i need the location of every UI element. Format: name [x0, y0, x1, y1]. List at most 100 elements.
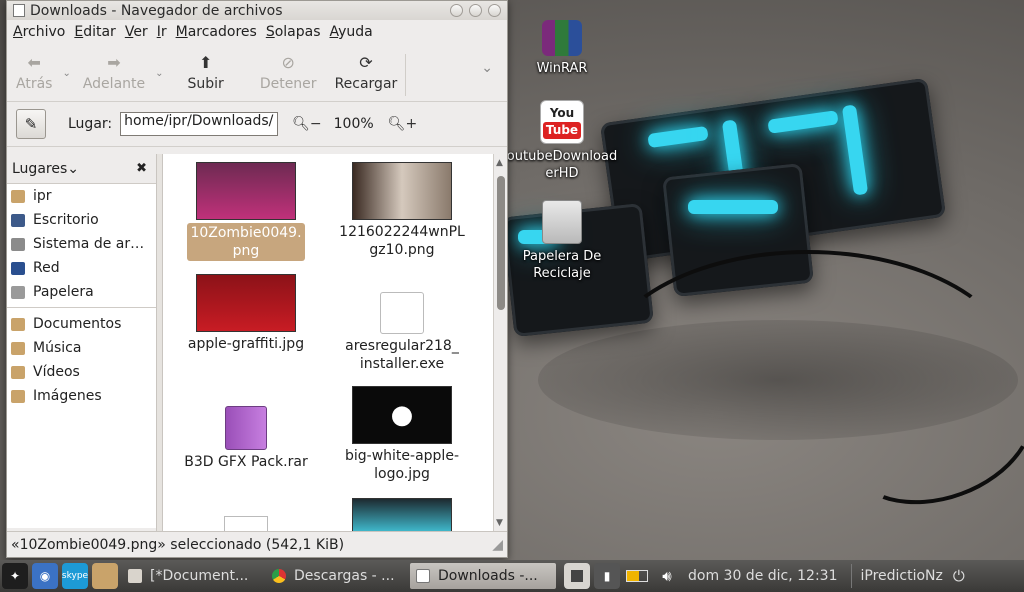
back-button[interactable]: ⬅ Atrás	[16, 53, 52, 93]
up-button[interactable]: ⬆ Subir	[188, 53, 224, 93]
file-manager-icon	[13, 4, 25, 17]
taskbar-item-document[interactable]: [*Document...	[122, 563, 262, 589]
menu-ir[interactable]: Ir	[157, 24, 167, 40]
sidebar-item-escritorio[interactable]: Escritorio	[7, 208, 156, 232]
exe-file-icon	[224, 516, 268, 532]
menu-archivo[interactable]: Archivo	[13, 24, 65, 40]
shutdown-icon[interactable]: ⏻	[953, 567, 965, 585]
menu-editar[interactable]: Editar	[74, 24, 115, 40]
forward-history-dropdown[interactable]: ⌄	[155, 68, 163, 79]
minimize-button[interactable]	[450, 4, 463, 17]
sidebar-item-red[interactable]: Red	[7, 256, 156, 280]
sidebar-type-selector[interactable]: Lugares⌄	[12, 161, 79, 177]
desktop-icon-youtube-downloader[interactable]: You Tube outubeDownload erHD	[502, 100, 622, 182]
zoom-level: 100%	[333, 116, 374, 132]
menu-marcadores[interactable]: Marcadores	[176, 24, 257, 40]
chromium-launcher-icon[interactable]: ◉	[32, 563, 58, 589]
arrow-left-icon: ⬅	[27, 53, 41, 72]
desktop-icon	[11, 213, 25, 227]
sidebar-separator	[7, 304, 156, 308]
user-menu[interactable]: iPredictioNz	[860, 568, 942, 584]
sidebar-item-documentos[interactable]: Documentos	[7, 312, 156, 336]
network-icon	[11, 261, 25, 275]
window-title: Downloads - Navegador de archivos	[30, 2, 283, 19]
vertical-scrollbar[interactable]: ▲ ▼	[493, 154, 507, 532]
sidebar-item-ipr[interactable]: ipr	[7, 184, 156, 208]
stop-icon: ⊘	[281, 53, 295, 72]
sidebar-header: Lugares⌄ ✖	[7, 154, 156, 183]
folder-icon	[11, 389, 25, 403]
file-item-partial[interactable]	[339, 498, 465, 532]
signal-strength-icon[interactable]: ▮	[594, 563, 620, 589]
scrollbar-thumb[interactable]	[497, 176, 505, 310]
file-item[interactable]: 1216022244wnPL gz10.png	[339, 162, 465, 259]
workspace-switcher-icon[interactable]	[564, 563, 590, 589]
drive-icon	[11, 237, 25, 251]
scroll-down-icon[interactable]: ▼	[496, 518, 503, 528]
exe-file-icon	[380, 292, 424, 334]
scroll-up-icon[interactable]: ▲	[496, 158, 503, 168]
menu-ver[interactable]: Ver	[125, 24, 148, 40]
file-item[interactable]: 10Zombie0049. png	[183, 162, 309, 261]
volume-icon[interactable]: 🔊︎	[654, 563, 680, 589]
rar-archive-icon	[225, 406, 267, 450]
image-thumbnail	[196, 162, 296, 220]
folder-icon	[11, 341, 25, 355]
menu-ayuda[interactable]: Ayuda	[330, 24, 373, 40]
stop-button[interactable]: ⊘ Detener	[260, 53, 317, 93]
zoom-out-icon[interactable]: 🔍︎−	[292, 116, 322, 132]
image-thumbnail	[352, 162, 452, 220]
forward-button[interactable]: ➡ Adelante	[83, 53, 145, 93]
file-item[interactable]: apple-graffiti.jpg	[183, 274, 309, 353]
pencil-icon: ✎	[24, 115, 38, 133]
taskbar: ✦ ◉ skype [*Document... Descargas - ... …	[0, 560, 1024, 592]
arrow-up-icon: ⬆	[198, 53, 213, 72]
file-item-partial[interactable]	[183, 516, 309, 532]
home-folder-launcher-icon[interactable]	[92, 563, 118, 589]
resize-grip-icon[interactable]: ◢	[492, 537, 503, 553]
desktop-icon-label: WinRAR	[536, 61, 588, 76]
main-menu-icon[interactable]: ✦	[2, 563, 28, 589]
menu-solapas[interactable]: Solapas	[266, 24, 321, 40]
sidebar-item-filesystem[interactable]: Sistema de ar…	[7, 232, 156, 256]
clock[interactable]: dom 30 de dic, 12:31	[688, 568, 837, 584]
recycle-bin-icon	[542, 200, 582, 244]
trash-icon	[11, 285, 25, 299]
toolbar-overflow-button[interactable]: ⌄	[481, 60, 493, 76]
folder-icon	[11, 317, 25, 331]
desktop-icon-winrar[interactable]: WinRAR	[502, 20, 622, 77]
sidebar-item-papelera[interactable]: Papelera	[7, 280, 156, 304]
taskbar-item-downloads[interactable]: Downloads -...	[410, 563, 556, 589]
image-thumbnail: ●	[352, 386, 452, 444]
image-thumbnail	[196, 274, 296, 332]
folder-icon	[11, 365, 25, 379]
location-label: Lugar:	[68, 116, 113, 132]
home-folder-icon	[11, 189, 25, 203]
taskbar-item-descargas[interactable]: Descargas - ...	[266, 563, 406, 589]
toggle-location-entry-button[interactable]: ✎	[16, 109, 46, 139]
taskbar-separator	[851, 564, 853, 588]
status-bar: «10Zombie0049.png» seleccionado (542,1 K…	[7, 531, 507, 557]
file-item[interactable]: aresregular218_ installer.exe	[339, 292, 465, 373]
back-history-dropdown[interactable]: ⌄	[62, 68, 70, 79]
skype-launcher-icon[interactable]: skype	[62, 563, 88, 589]
desktop-icon-recycle-bin[interactable]: Papelera De Reciclaje	[502, 200, 622, 282]
toolbar-separator	[405, 54, 407, 96]
maximize-button[interactable]	[469, 4, 482, 17]
reload-button[interactable]: ⟳ Recargar	[335, 54, 398, 93]
status-text: «10Zombie0049.png» seleccionado (542,1 K…	[11, 536, 345, 553]
menubar: Archivo Editar Ver Ir Marcadores Solapas…	[7, 20, 507, 44]
battery-icon[interactable]	[624, 563, 650, 589]
winrar-icon	[542, 20, 582, 56]
close-icon[interactable]: ✖	[136, 161, 147, 176]
file-item[interactable]: ● big-white-apple- logo.jpg	[339, 386, 465, 483]
arrow-right-icon: ➡	[107, 53, 121, 72]
close-button[interactable]	[488, 4, 501, 17]
sidebar-item-musica[interactable]: Música	[7, 336, 156, 360]
sidebar-item-videos[interactable]: Vídeos	[7, 360, 156, 384]
window-titlebar[interactable]: Downloads - Navegador de archivos	[7, 1, 507, 20]
file-item[interactable]: B3D GFX Pack.rar	[183, 406, 309, 471]
location-input[interactable]: /home/ipr/Downloads	[120, 112, 279, 136]
zoom-in-icon[interactable]: 🔍︎+	[388, 116, 418, 132]
sidebar-item-imagenes[interactable]: Imágenes	[7, 384, 156, 408]
